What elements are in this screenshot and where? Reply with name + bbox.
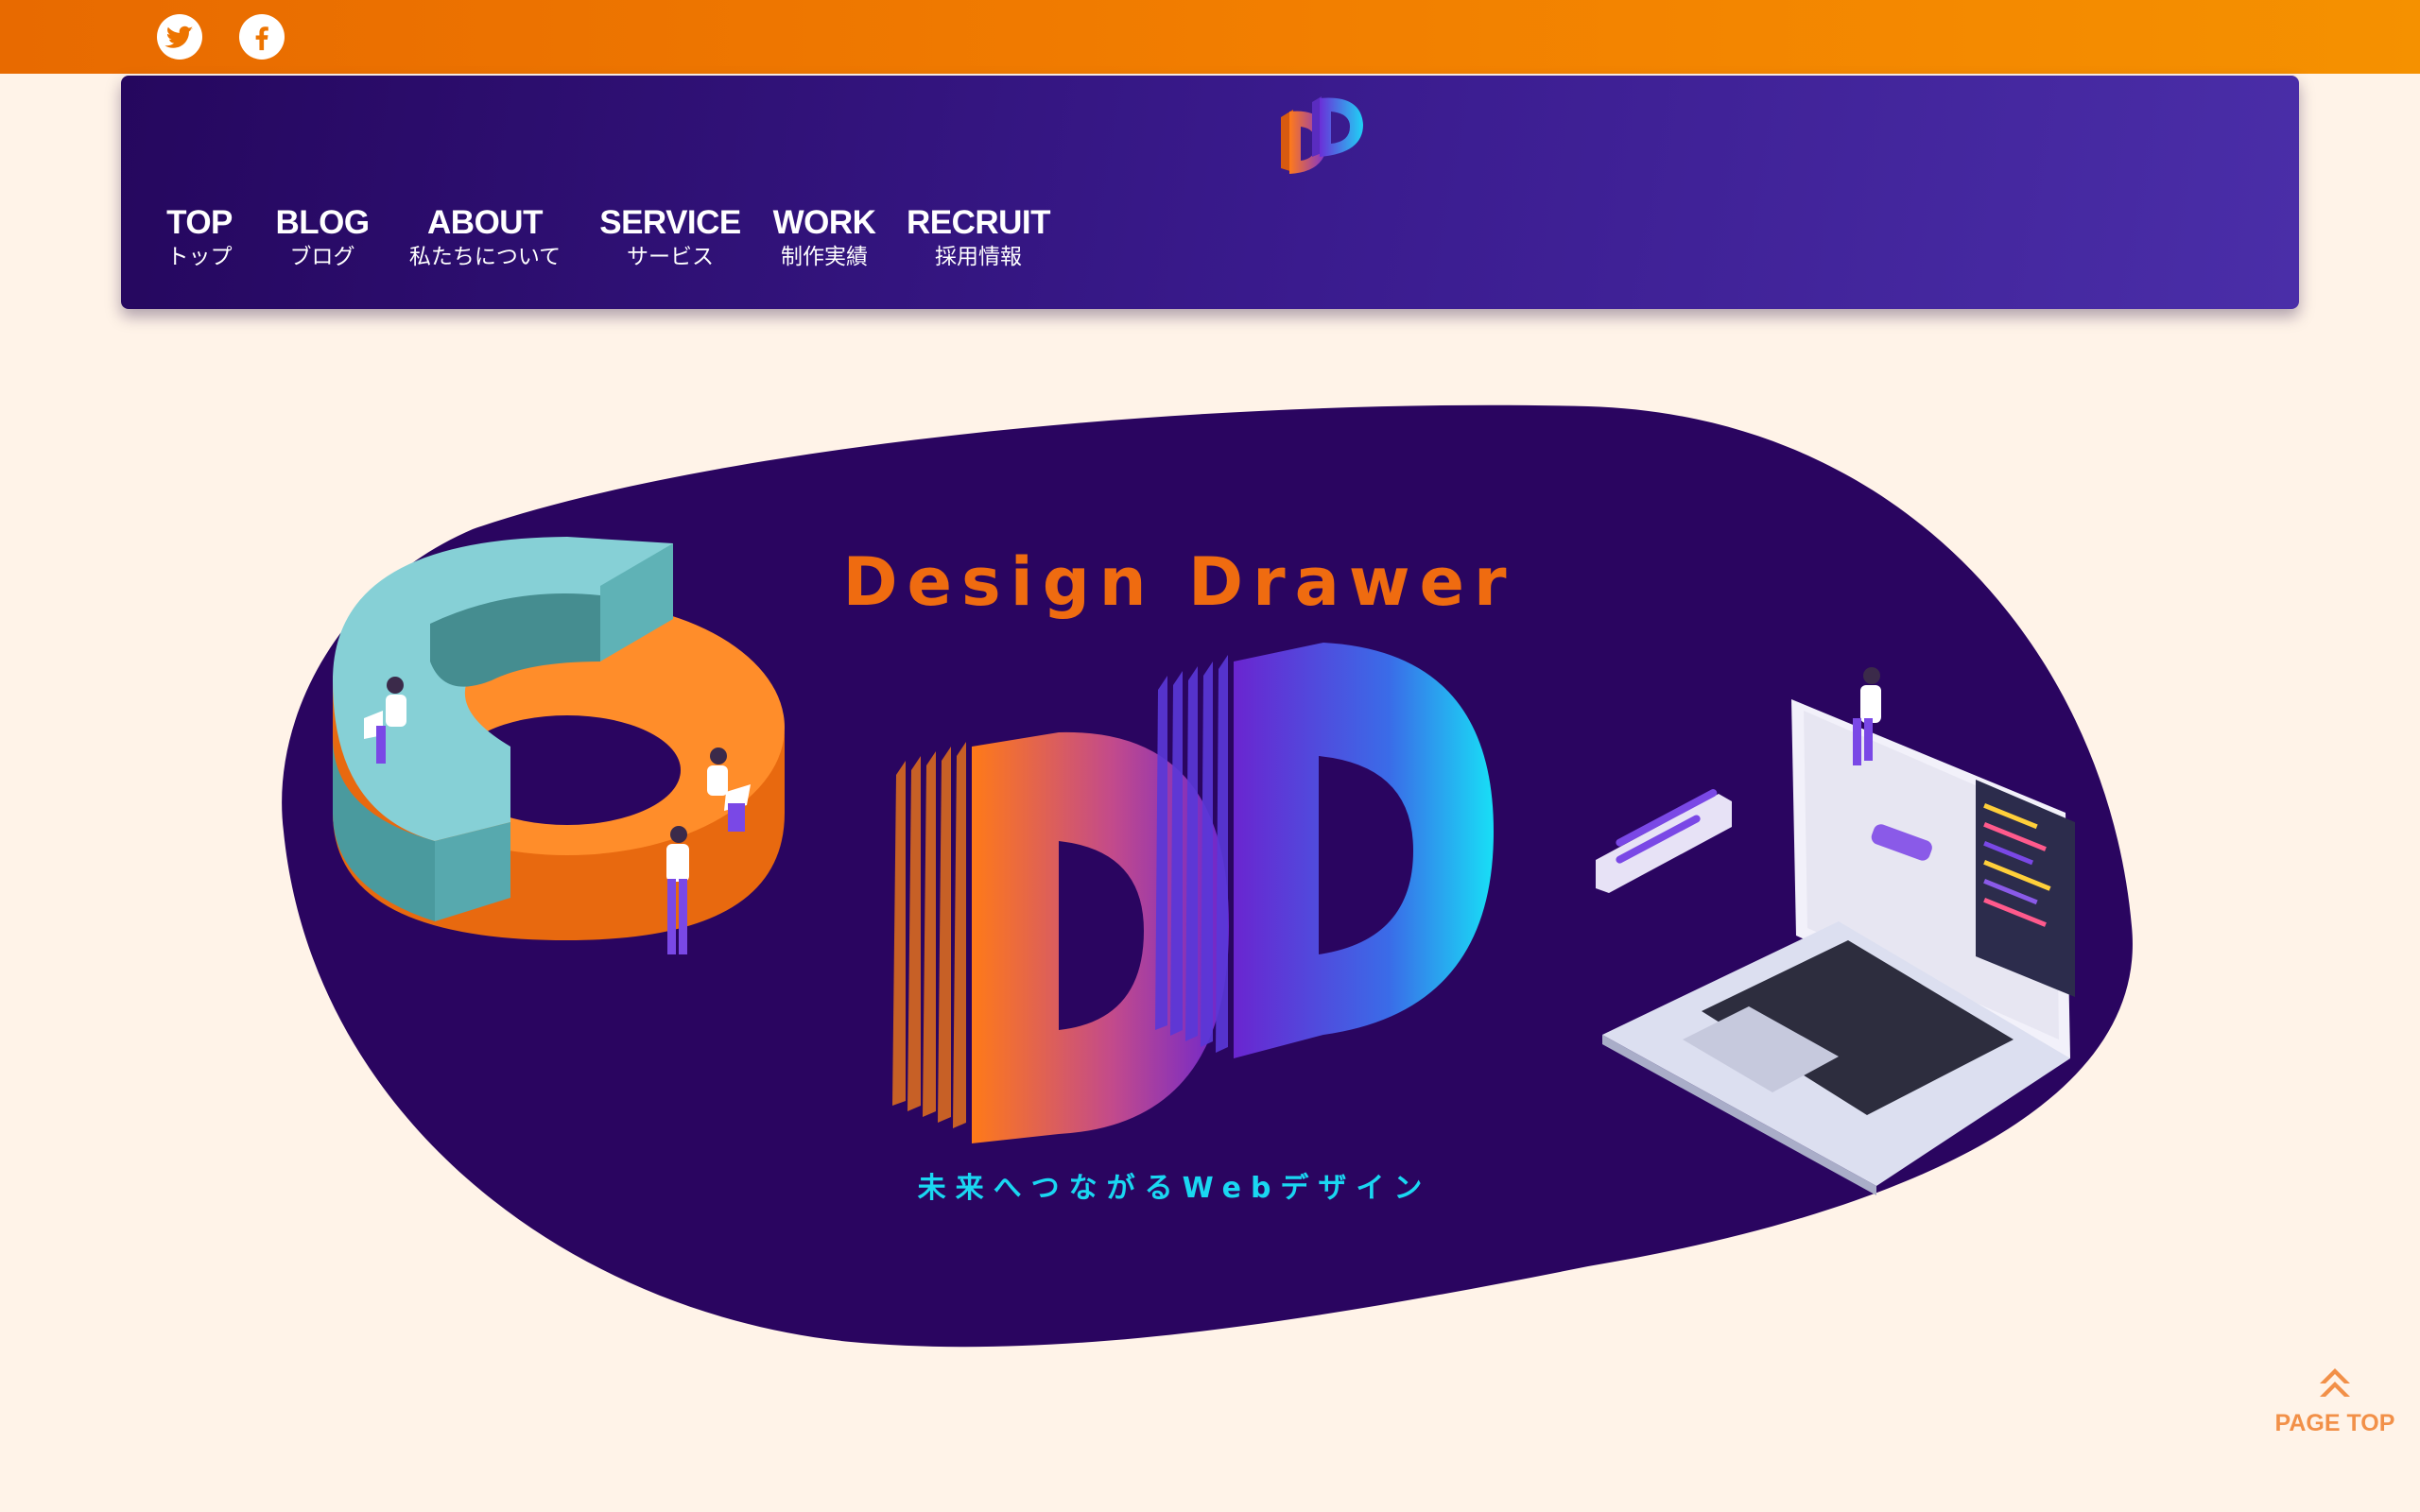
page-top-label: PAGE TOP: [2274, 1410, 2395, 1436]
nav-label-blog: BLOG: [275, 204, 370, 241]
nav-sublabel-recruit: 採用情報: [935, 245, 1022, 269]
site-header: TOP トップ BLOG ブログ ABOUT 私たちについて SERVICE サ…: [121, 76, 2299, 309]
nav-label-recruit: RECRUIT: [906, 204, 1051, 241]
nav-sublabel-service: サービス: [627, 245, 714, 269]
nav-item-service[interactable]: SERVICE サービス: [599, 204, 741, 270]
facebook-link[interactable]: [239, 14, 285, 60]
page-top-button[interactable]: PAGE TOP: [2269, 1361, 2401, 1437]
nav-label-top: TOP: [166, 204, 233, 241]
nav-label-service: SERVICE: [599, 204, 741, 241]
double-chevron-up-icon: [2320, 1368, 2350, 1397]
facebook-icon: [255, 26, 268, 51]
nav-sublabel-top: トップ: [166, 245, 233, 269]
nav-label-about: ABOUT: [427, 204, 543, 241]
nav-item-about[interactable]: ABOUT 私たちについて: [409, 204, 561, 270]
nav-sublabel-blog: ブログ: [289, 245, 355, 269]
hero-subtitle: 未来へつながるWebデザイン: [917, 1172, 1432, 1205]
site-logo[interactable]: [1276, 91, 1371, 176]
nav-sublabel-work: 制作実績: [781, 245, 868, 269]
nav-item-top[interactable]: TOP トップ: [166, 204, 233, 270]
top-bar: [0, 0, 2420, 74]
nav-label-work: WORK: [772, 204, 876, 241]
hero-illustration: [282, 404, 2133, 1348]
twitter-icon: [164, 26, 194, 48]
nav-item-work[interactable]: WORK 制作実績: [773, 204, 876, 270]
twitter-link[interactable]: [157, 14, 202, 60]
nav-sublabel-about: 私たちについて: [408, 245, 562, 269]
nav-item-recruit[interactable]: RECRUIT 採用情報: [906, 204, 1051, 270]
hero-title: Design Drawer: [842, 543, 1516, 621]
nav-item-blog[interactable]: BLOG ブログ: [275, 204, 370, 270]
